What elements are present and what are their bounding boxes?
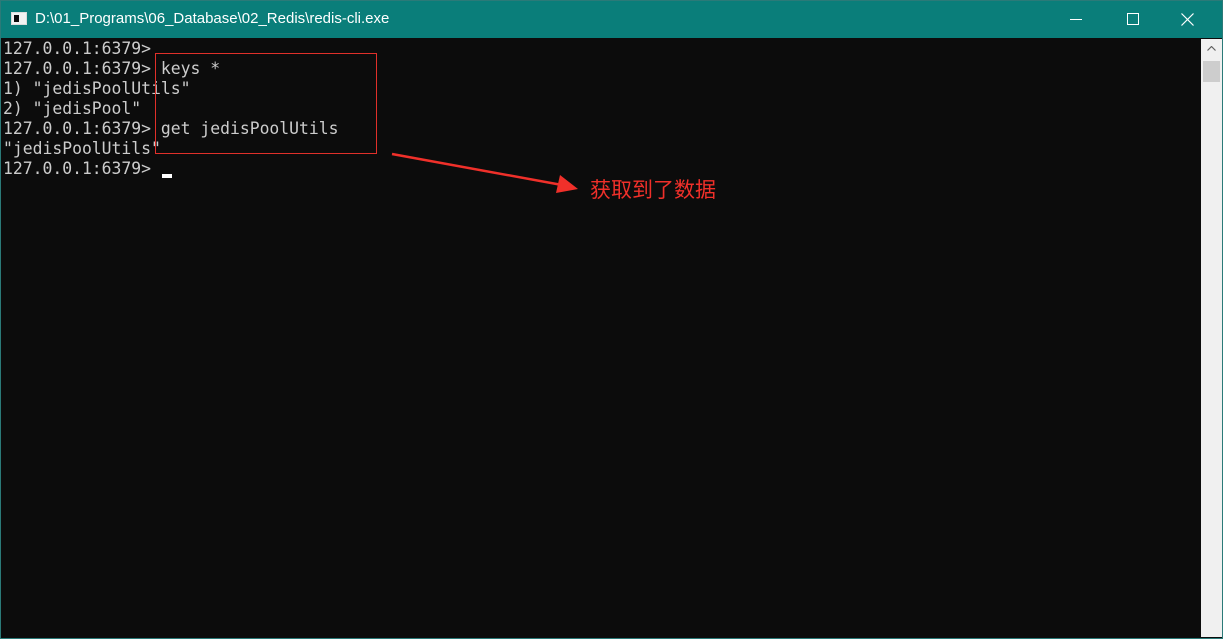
annotation-label: 获取到了数据 — [590, 178, 716, 202]
window-title: D:\01_Programs\06_Database\02_Redis\redi… — [35, 10, 390, 27]
annotation-highlight-box — [155, 53, 377, 154]
console-line: 127.0.0.1:6379> — [3, 39, 152, 58]
console-app-icon-screen — [14, 15, 19, 22]
close-button[interactable] — [1165, 1, 1211, 38]
maximize-button[interactable] — [1110, 1, 1156, 38]
console-app-icon[interactable] — [11, 12, 27, 25]
console-line: 2) "jedisPool" — [3, 99, 142, 118]
annotation-arrow-icon — [391, 152, 578, 193]
console-line: 127.0.0.1:6379> — [3, 159, 152, 178]
minimize-button[interactable] — [1053, 1, 1099, 38]
maximize-icon — [1127, 13, 1139, 25]
text-cursor — [162, 174, 172, 178]
console-line: "jedisPoolUtils" — [3, 139, 161, 158]
minimize-icon — [1070, 19, 1082, 20]
vertical-scrollbar[interactable] — [1201, 39, 1222, 637]
scroll-up-button[interactable] — [1201, 39, 1222, 59]
close-icon — [1181, 13, 1194, 26]
console-output-area[interactable]: 127.0.0.1:6379> 127.0.0.1:6379> keys * 1… — [2, 39, 1201, 637]
title-bar[interactable]: D:\01_Programs\06_Database\02_Redis\redi… — [1, 1, 1222, 38]
scrollbar-thumb[interactable] — [1203, 61, 1220, 82]
console-window: D:\01_Programs\06_Database\02_Redis\redi… — [0, 0, 1223, 639]
chevron-up-icon — [1207, 46, 1216, 51]
